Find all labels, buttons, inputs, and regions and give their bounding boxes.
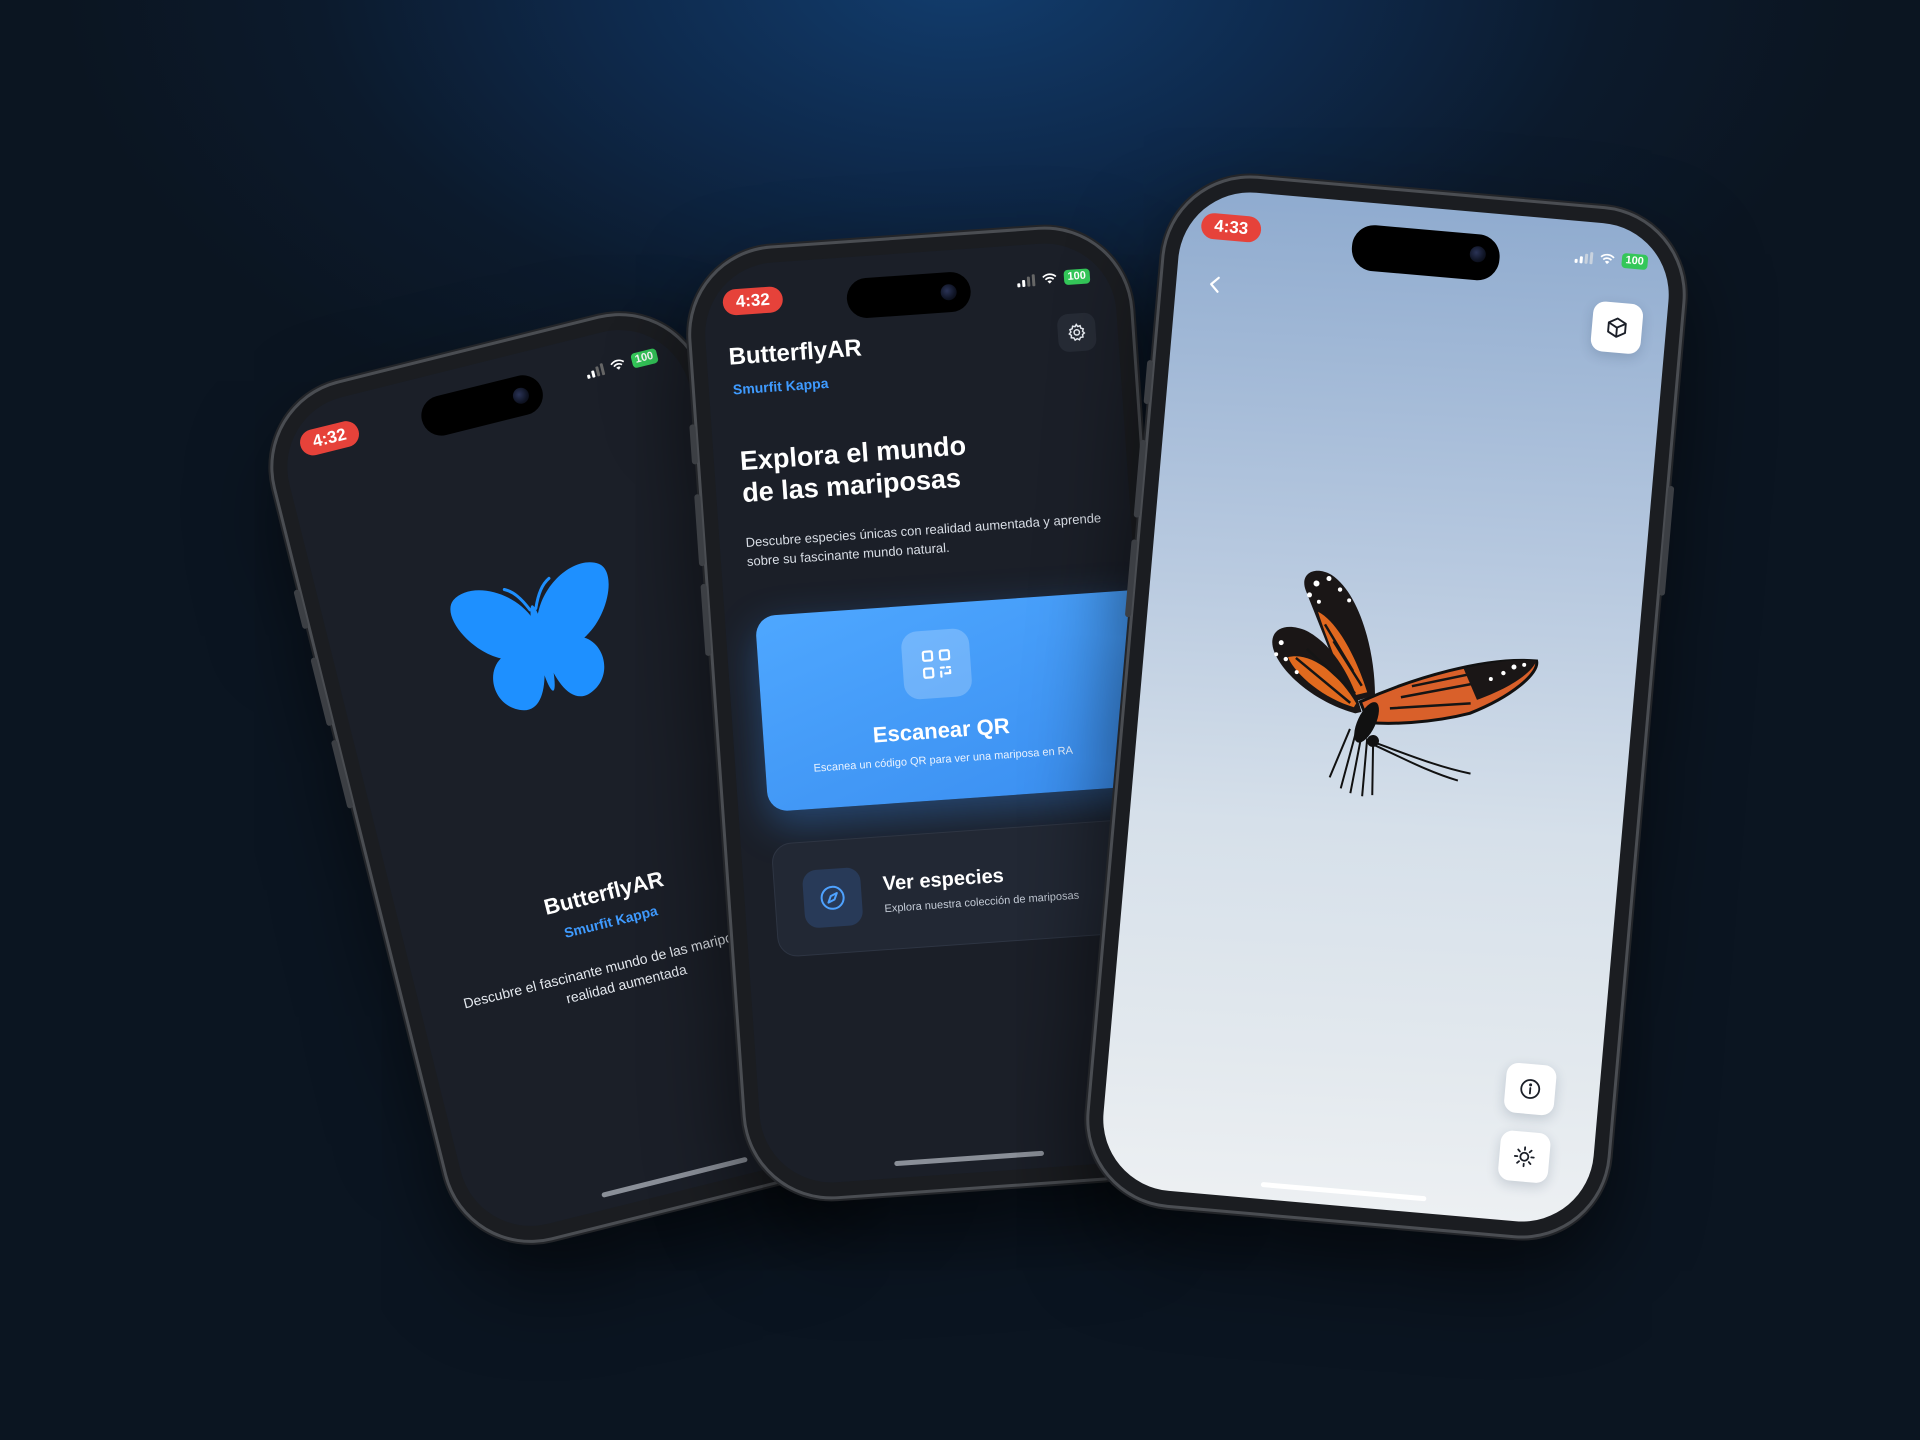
info-button[interactable]: [1503, 1061, 1558, 1117]
butterfly-logo-icon: [450, 562, 609, 711]
status-indicators: 100: [584, 347, 659, 380]
qr-icon-tile: [900, 627, 973, 701]
signal-icon: [1016, 273, 1036, 287]
info-icon: [1520, 1079, 1541, 1099]
status-time: 4:32: [721, 285, 784, 316]
dynamic-island: [1350, 223, 1502, 283]
scan-qr-button[interactable]: Escanear QR Escanea un código QR para ve…: [754, 588, 1168, 813]
company-name: Smurfit Kappa: [732, 374, 829, 398]
phone-ar-view: 4:33 100: [1082, 171, 1690, 1243]
wifi-icon: [1600, 253, 1615, 265]
home-indicator[interactable]: [601, 1156, 748, 1198]
monarch-butterfly-model: [1272, 570, 1539, 797]
compass-icon: [820, 885, 845, 910]
status-indicators: 100: [1574, 249, 1649, 271]
home-indicator[interactable]: [1260, 1181, 1427, 1202]
cube-icon: [1607, 317, 1627, 338]
status-indicators: 100: [1016, 268, 1091, 288]
dynamic-island: [417, 371, 548, 440]
back-button[interactable]: [1201, 270, 1229, 298]
brightness-button[interactable]: [1497, 1129, 1552, 1184]
wifi-icon: [610, 359, 624, 370]
sun-icon: [1513, 1146, 1535, 1168]
page-subtitle: Descubre especies únicas con realidad au…: [745, 510, 1102, 569]
dynamic-island: [845, 270, 973, 320]
app-title: ButterflyAR: [727, 334, 863, 371]
battery-indicator: 100: [629, 347, 659, 369]
view-3d-model-button[interactable]: [1589, 300, 1645, 355]
status-time: 4:32: [297, 418, 362, 459]
gear-icon: [1068, 323, 1086, 342]
chevron-left-icon: [1210, 276, 1220, 293]
page-headline: Explora el mundo de las mariposas: [738, 430, 967, 509]
battery-indicator: 100: [1620, 252, 1649, 271]
status-time: 4:33: [1200, 212, 1263, 244]
wifi-icon: [1041, 273, 1057, 284]
signal-icon: [584, 362, 605, 379]
compass-icon-tile: [801, 866, 864, 929]
qr-code-icon: [921, 649, 952, 679]
signal-icon: [1574, 250, 1594, 264]
view-species-label: Ver especies: [882, 864, 1005, 896]
battery-indicator: 100: [1063, 268, 1091, 286]
ar-screen: 4:33 100: [1097, 186, 1675, 1228]
settings-button[interactable]: [1056, 312, 1098, 353]
home-indicator[interactable]: [894, 1150, 1045, 1167]
